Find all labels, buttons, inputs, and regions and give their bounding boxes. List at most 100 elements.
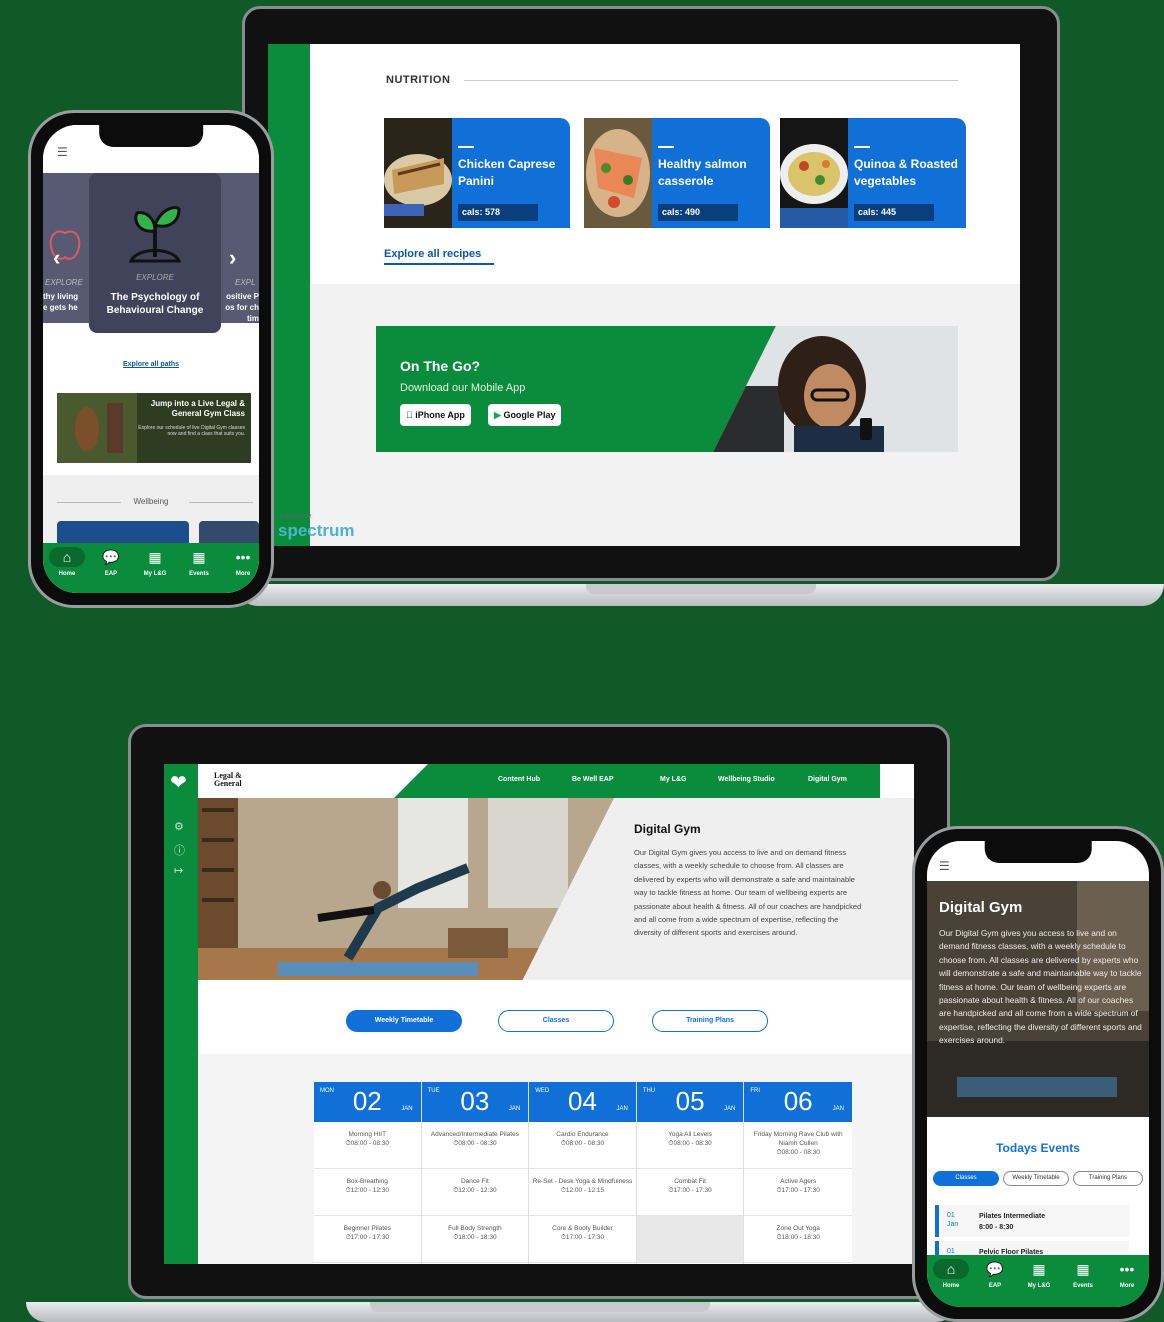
yoga-photo [198, 798, 614, 980]
nav-be-well-eap[interactable]: Be Well EAP [572, 776, 614, 783]
chevron-right-icon[interactable]: › [229, 245, 236, 271]
phone-screen: ☰ EXPLORE thy living e gets he EXPL osit… [43, 125, 259, 593]
class-slot[interactable]: Yoga All Levels ⏱08:00 - 08:30 [636, 1122, 744, 1169]
phone-screen: ☰ Digital Gym Our Digital Gym gives you … [927, 841, 1149, 1307]
class-name: Advanced/Intermediate Pilates [430, 1131, 519, 1138]
nav-my-lg[interactable]: ▦ My L&G [1017, 1255, 1061, 1305]
menu-icon[interactable]: ☰ [57, 145, 68, 159]
laptop-notch [586, 584, 816, 594]
nav-home[interactable]: ⌂ Home [929, 1255, 973, 1305]
class-time: ⏱08:00 - 08:30 [453, 1140, 497, 1147]
nav-wellbeing-studio[interactable]: Wellbeing Studio [718, 776, 775, 783]
iphone-app-button[interactable]:  iPhone App [400, 404, 471, 426]
day-number: 02 [352, 1086, 382, 1116]
class-name: Active Agers [780, 1178, 817, 1185]
chat-icon: 💬 [102, 549, 120, 565]
phone-notch [99, 125, 203, 147]
class-time: ⏱17:00 - 17:30 [345, 1234, 389, 1241]
right-card-title: ositive P os for ch tim [225, 292, 259, 323]
nav-more[interactable]: ••• More [1105, 1255, 1149, 1305]
laptop-screen: ❤ ⚙ ⓘ ↦ Legal & General Content Hub Be W… [164, 764, 914, 1264]
bottom-nav: ⌂ Home 💬 EAP ▦ My L&G ▦ Events ••• More [43, 543, 259, 593]
class-slot[interactable]: Full Body Strength ⏱18:00 - 18:30 [421, 1216, 529, 1263]
chat-icon: 💬 [986, 1261, 1004, 1277]
class-name: Zone Out Yoga [776, 1225, 820, 1232]
nav-label: More [1119, 1283, 1135, 1289]
nav-label: EAP [988, 1283, 1002, 1289]
nav-label: Events [189, 571, 209, 577]
nav-content-hub[interactable]: Content Hub [498, 776, 540, 783]
class-time: ⏱17:00 - 17:30 [668, 1187, 712, 1194]
legal-general-logo[interactable]: Legal & General [214, 772, 254, 788]
mobile-app-banner: On The Go? Download our Mobile App  iPh… [376, 326, 958, 452]
class-slot[interactable]: Friday Morning Rave Club with Niamh Cull… [744, 1122, 852, 1169]
explore-recipes-link[interactable]: Explore all recipes [384, 248, 481, 260]
nav-home[interactable]: ⌂ Home [45, 543, 89, 593]
recipe-photo [384, 118, 452, 228]
iphone-app-label: iPhone App [406, 410, 465, 420]
side-bar: ❤ ⚙ ⓘ ↦ [164, 764, 198, 1264]
google-play-button[interactable]: ▶ Google Play [488, 404, 562, 426]
path-card[interactable]: EXPLORE The Psychology of Behavioural Ch… [89, 173, 221, 333]
class-slot[interactable]: Box-Breathing ⏱12:00 - 12:30 [314, 1169, 421, 1216]
nav-label: My L&G [1027, 1283, 1051, 1289]
recipe-card[interactable]: Healthy salmon casserole cals: 490 [584, 118, 770, 228]
tab-classes[interactable]: Classes [933, 1171, 999, 1186]
recipe-calories: cals: 445 [854, 204, 934, 221]
logout-icon[interactable]: ↦ [174, 864, 183, 877]
nav-digital-gym[interactable]: Digital Gym [808, 776, 847, 783]
class-time: ⏱08:00 - 08:30 [668, 1140, 712, 1147]
hero-section: ☰ Digital Gym Our Digital Gym gives you … [927, 841, 1149, 1117]
chevron-left-icon[interactable]: ‹ [53, 245, 60, 271]
card-accent [658, 146, 674, 148]
class-slot[interactable]: Zone Out Yoga ⏱18:00 - 18:30 [744, 1216, 852, 1263]
class-slot[interactable]: Active Agers ⏱17:00 - 17:30 [744, 1169, 852, 1216]
promo-subtitle: Download our Mobile App [400, 382, 526, 394]
building-icon: ▦ [1032, 1261, 1046, 1277]
class-slot[interactable]: Cardio Endurance ⏱08:00 - 08:30 [529, 1122, 636, 1169]
nav-events[interactable]: ▦ Events [177, 543, 221, 593]
page-title: Digital Gym [939, 899, 1023, 916]
help-icon[interactable]: ⓘ [174, 842, 185, 858]
page-description: Our Digital Gym gives you access to live… [939, 928, 1142, 1046]
explore-paths-link[interactable]: Explore all paths [43, 361, 259, 368]
class-slot[interactable]: Combat Fit ⏱17:00 - 17:30 [636, 1169, 744, 1216]
class-slot[interactable]: Advanced/Intermediate Pilates ⏱08:00 - 08… [421, 1122, 529, 1169]
google-play-label: Google Play [503, 410, 556, 420]
event-item[interactable]: 01 Jan Pilates Intermediate 8:00 - 8:30 [935, 1205, 1129, 1237]
recipe-card[interactable]: Chicken Caprese Panini cals: 578 [384, 118, 570, 228]
class-slot[interactable]: Re-Set - Desk Yoga & Mindfulness ⏱12:00 -… [529, 1169, 636, 1216]
class-time: ⏱12:00 - 12:30 [345, 1187, 389, 1194]
class-slot[interactable]: Dance Fit ⏱12:00 - 12:30 [421, 1169, 529, 1216]
class-slot[interactable]: Core & Booty Builder ⏱17:00 - 17:30 [529, 1216, 636, 1263]
tab-classes[interactable]: Classes [498, 1010, 614, 1032]
day-header: MON 02 JAN [314, 1082, 421, 1122]
nav-events[interactable]: ▦ Events [1061, 1255, 1105, 1305]
left-card-title: thy living e gets he [43, 292, 79, 312]
nav-more[interactable]: ••• More [221, 543, 259, 593]
gear-icon[interactable]: ⚙ [174, 820, 184, 833]
page-title: Digital Gym [634, 822, 701, 836]
page-description: Our Digital Gym gives you access to live… [634, 848, 862, 938]
tab-training-plans[interactable]: Training Plans [1073, 1171, 1143, 1186]
tab-weekly-timetable[interactable]: Weekly Timetable [1003, 1171, 1069, 1186]
tab-training-plans[interactable]: Training Plans [652, 1010, 768, 1032]
tab-weekly-timetable[interactable]: Weekly Timetable [346, 1010, 462, 1032]
month: JAN [616, 1106, 628, 1112]
month: JAN [401, 1106, 413, 1112]
class-time: ⏱18:00 - 18:30 [776, 1234, 820, 1241]
nav-my-lg[interactable]: ▦ My L&G [133, 543, 177, 593]
class-slot[interactable]: Beginner Pilates ⏱17:00 - 17:30 [314, 1216, 421, 1263]
gym-class-banner[interactable]: Jump into a Live Legal & General Gym Cla… [57, 393, 251, 463]
heart-logo-icon[interactable]: ❤ [170, 770, 187, 795]
recipe-calories: cals: 578 [458, 204, 538, 221]
timetable-day: MON 02 JAN Morning HIIT ⏱08:00 - 08:30 Bo… [314, 1082, 422, 1264]
nav-eap[interactable]: 💬 EAP [973, 1255, 1017, 1305]
class-slot[interactable]: Morning HIIT ⏱08:00 - 08:30 [314, 1122, 421, 1169]
nav-eap[interactable]: 💬 EAP [89, 543, 133, 593]
menu-icon[interactable]: ☰ [939, 859, 950, 873]
day-header: FRI 06 JAN [744, 1082, 852, 1122]
recipe-card[interactable]: Quinoa & Roasted vegetables cals: 445 [780, 118, 966, 228]
nav-label: My L&G [143, 571, 167, 577]
nav-my-lg[interactable]: My L&G [660, 776, 686, 783]
